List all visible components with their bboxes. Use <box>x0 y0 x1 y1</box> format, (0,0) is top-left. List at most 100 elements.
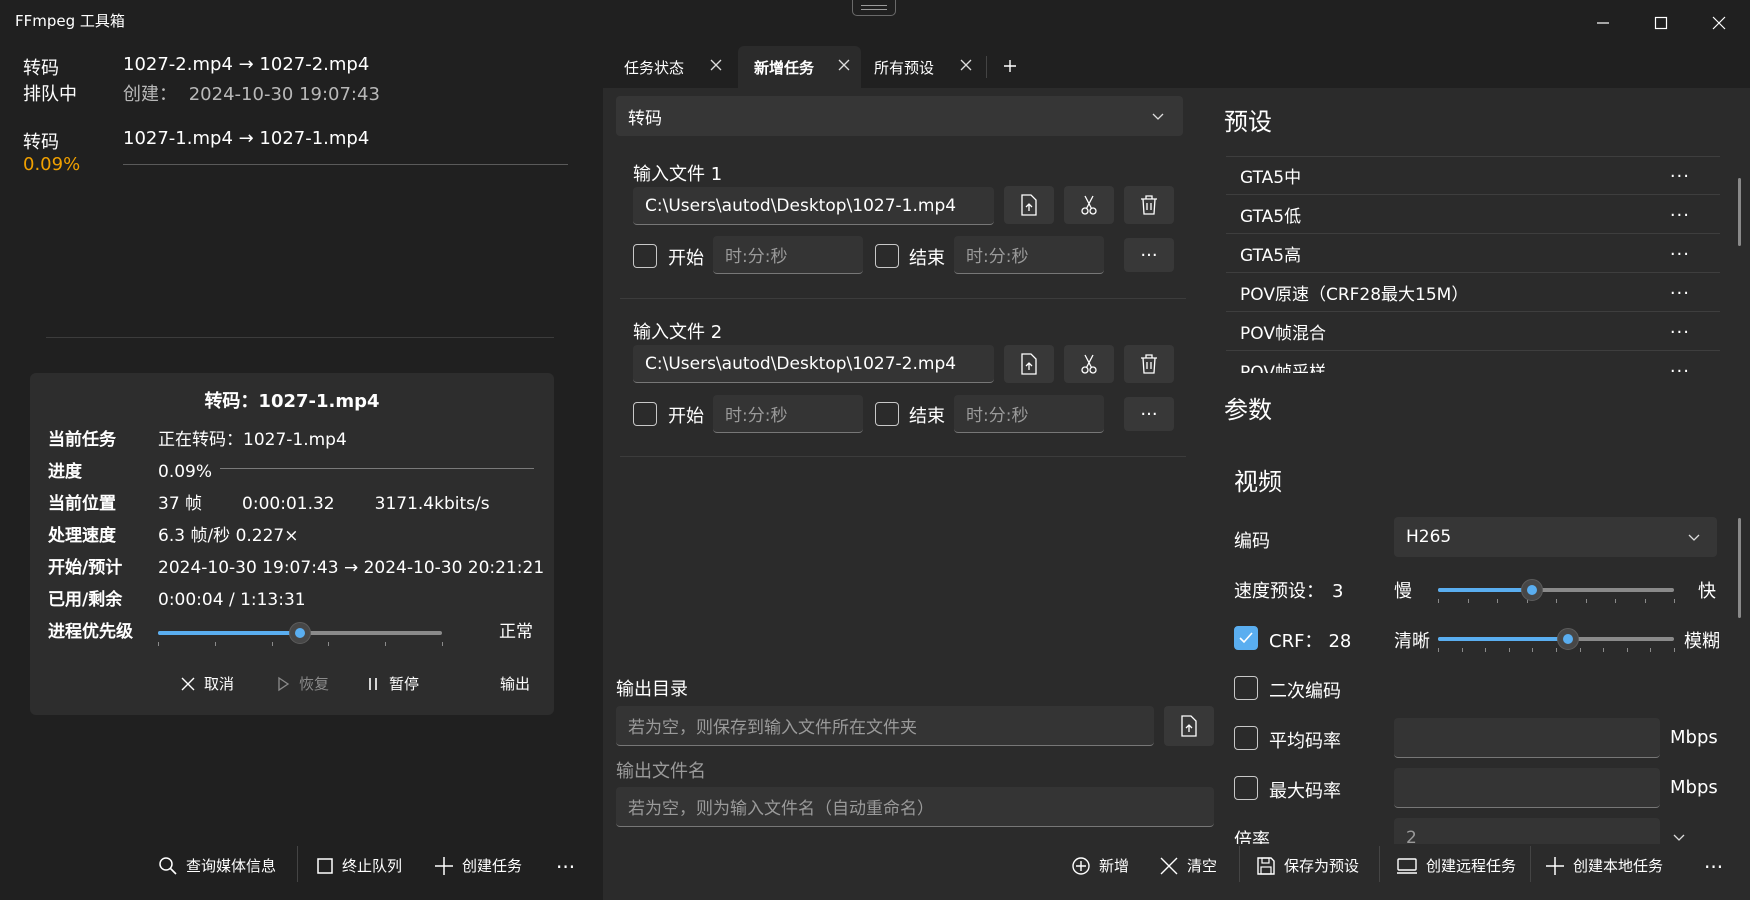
slider-tick <box>1556 599 1557 603</box>
divider <box>1530 846 1531 882</box>
stop-icon <box>317 857 333 874</box>
pause-button[interactable]: 暂停 <box>365 673 419 694</box>
slider-tick <box>1438 648 1439 652</box>
two-pass-checkbox[interactable] <box>1234 676 1258 700</box>
crf-slider[interactable] <box>1438 624 1675 654</box>
clear-button[interactable]: 清空 <box>1159 855 1217 876</box>
pause-icon <box>369 677 377 690</box>
ratio-row: 倍率 2 <box>1226 818 1726 844</box>
more-icon[interactable]: ··· <box>1670 166 1690 187</box>
tab-all-presets[interactable]: 所有预设 <box>858 46 983 88</box>
close-icon[interactable] <box>959 58 973 72</box>
tab-new-task[interactable]: 新增任务 <box>738 46 861 88</box>
two-pass-label: 二次编码 <box>1269 681 1341 702</box>
output-dir-label: 输出目录 <box>616 679 688 700</box>
slider-fill <box>1438 637 1568 641</box>
slider-thumb[interactable] <box>1521 579 1544 601</box>
more-options-button[interactable]: ··· <box>1124 397 1174 431</box>
codec-select[interactable]: H265 <box>1394 517 1717 557</box>
slider-tick <box>1674 648 1675 652</box>
slider-fill <box>1438 588 1533 592</box>
minimize-icon <box>1597 22 1609 24</box>
slider-tick <box>1556 648 1557 652</box>
output-name-label: 输出文件名 <box>616 761 706 782</box>
close-window-button[interactable] <box>1696 8 1742 38</box>
chevron-down-icon <box>1688 534 1700 541</box>
stop-queue-button[interactable]: 终止队列 <box>316 855 402 876</box>
create-remote-task-button[interactable]: 创建远程任务 <box>1396 855 1516 876</box>
ratio-input[interactable]: 2 <box>1394 818 1660 844</box>
end-time-checkbox[interactable] <box>875 402 899 426</box>
slider-tick <box>214 642 216 646</box>
create-task-button[interactable]: 创建任务 <box>434 855 522 876</box>
max-bitrate-input[interactable] <box>1394 768 1660 808</box>
more-button[interactable]: ··· <box>556 855 575 879</box>
start-label: 开始 <box>668 406 704 427</box>
speed-preset-slider[interactable] <box>1438 575 1675 605</box>
end-time-input[interactable]: 时:分:秒 <box>954 395 1104 433</box>
more-icon[interactable]: ··· <box>1670 322 1690 343</box>
detail-row-elapsed-remaining: 已用/剩余 0:00:04 / 1:13:31 <box>48 590 306 610</box>
preset-scrollbar[interactable] <box>1738 178 1741 246</box>
close-icon[interactable] <box>837 58 851 72</box>
maximize-button[interactable] <box>1638 8 1684 38</box>
output-dir-input[interactable]: 若为空，则保存到输入文件所在文件夹 <box>616 706 1154 746</box>
task-type-select[interactable]: 转码 <box>616 96 1183 136</box>
preset-item[interactable]: GTA5中 ··· <box>1226 157 1720 195</box>
more-icon[interactable]: ··· <box>1670 361 1690 373</box>
slider-tick <box>1532 648 1534 652</box>
priority-slider[interactable] <box>158 618 443 648</box>
checkmark-icon <box>1239 632 1253 644</box>
cancel-button[interactable]: 取消 <box>180 673 234 694</box>
detail-row-priority-label: 进程优先级 <box>48 622 133 642</box>
add-tab-button[interactable] <box>1002 58 1018 74</box>
preset-item[interactable]: GTA5低 ··· <box>1226 196 1720 234</box>
preset-item[interactable]: GTA5高 ··· <box>1226 235 1720 273</box>
slider-tick <box>1461 648 1463 652</box>
chevron-down-icon <box>1673 834 1685 841</box>
browse-folder-button[interactable] <box>1164 706 1214 746</box>
max-bitrate-checkbox[interactable] <box>1234 776 1258 800</box>
media-info-button[interactable]: 查询媒体信息 <box>158 855 276 876</box>
play-icon <box>278 676 290 691</box>
divider <box>1379 846 1380 882</box>
minimize-button[interactable] <box>1580 8 1626 38</box>
resume-button[interactable]: 恢复 <box>275 673 329 694</box>
slider-tick <box>442 642 443 646</box>
add-button[interactable]: 新增 <box>1071 855 1129 876</box>
more-icon[interactable]: ··· <box>1670 244 1690 265</box>
app-title: FFmpeg 工具箱 <box>15 12 125 30</box>
preset-item[interactable]: POV帧采样 ··· <box>1226 352 1720 373</box>
slider-fill <box>158 631 300 635</box>
close-icon[interactable] <box>709 58 723 72</box>
more-icon[interactable]: ··· <box>1670 283 1690 304</box>
slider-thumb[interactable] <box>1556 628 1579 650</box>
slider-thumb[interactable] <box>289 622 311 644</box>
create-local-task-button[interactable]: 创建本地任务 <box>1545 855 1663 876</box>
add-circle-icon <box>1072 856 1090 875</box>
preset-item[interactable]: POV原速（CRF28最大15M） ··· <box>1226 274 1720 312</box>
crf-checkbox[interactable] <box>1234 626 1258 650</box>
params-scrollbar[interactable] <box>1738 518 1741 618</box>
save-preset-button[interactable]: 保存为预设 <box>1256 855 1359 876</box>
preset-item[interactable]: POV帧混合 ··· <box>1226 313 1720 351</box>
close-icon <box>181 677 195 690</box>
start-time-checkbox[interactable] <box>633 402 657 426</box>
tab-task-status[interactable]: 任务状态 <box>608 46 733 88</box>
more-button[interactable]: ··· <box>1704 855 1723 879</box>
task-detail-card: 转码：1027-1.mp4 当前任务 正在转码：1027-1.mp4 进度 0.09… <box>30 373 554 715</box>
slider-tick <box>1497 599 1498 603</box>
divider <box>620 456 1186 457</box>
avg-bitrate-checkbox[interactable] <box>1234 726 1258 750</box>
output-button[interactable]: 输出 <box>500 673 530 694</box>
start-time-input[interactable]: 时:分:秒 <box>713 395 863 433</box>
avg-bitrate-input[interactable] <box>1394 718 1660 758</box>
crf-max-label: 模糊 <box>1684 631 1720 652</box>
save-icon <box>1257 856 1275 875</box>
more-icon[interactable]: ··· <box>1670 205 1690 226</box>
output-name-input[interactable]: 若为空，则为输入文件名（自动重命名） <box>616 787 1214 827</box>
search-icon <box>159 856 177 875</box>
tab-bar: 任务状态 新增任务 所有预设 <box>0 46 1750 88</box>
divider <box>297 846 298 882</box>
drag-handle[interactable] <box>852 0 896 16</box>
